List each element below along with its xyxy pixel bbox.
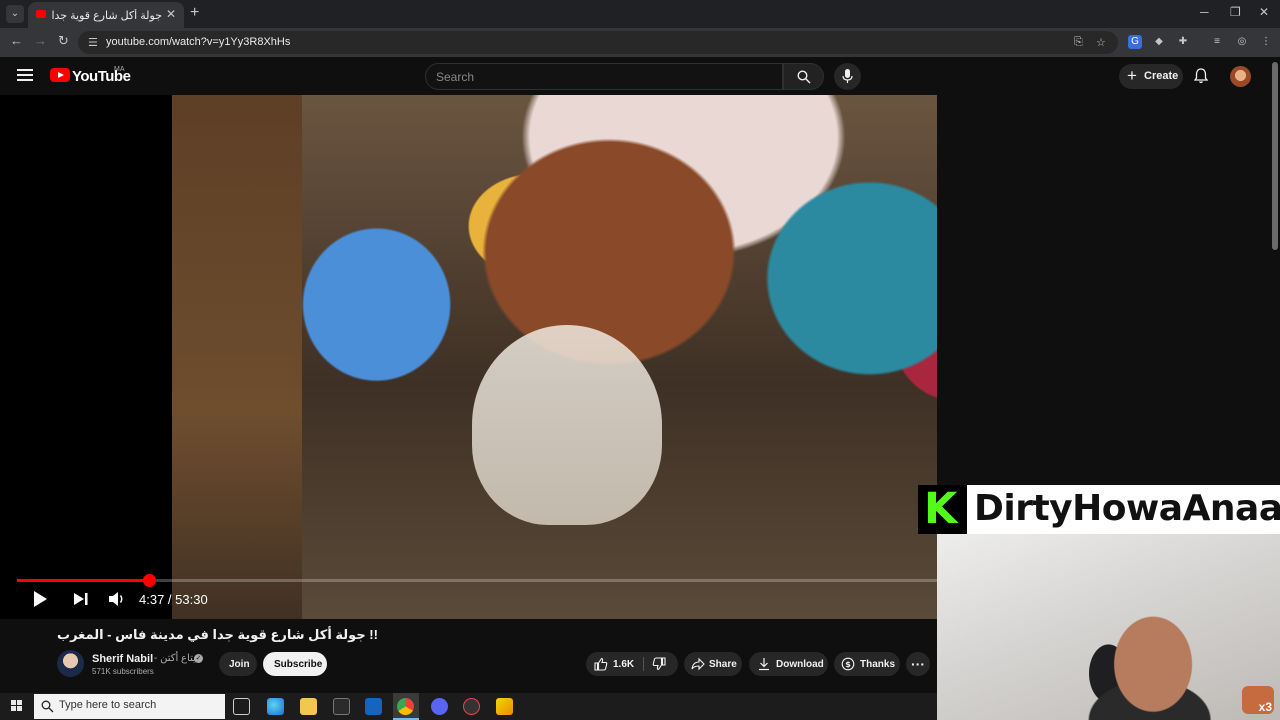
windows-taskbar [0,693,937,720]
microphone-icon [842,69,853,83]
share-button[interactable]: Share [684,652,742,676]
reload-button[interactable]: ↻ [58,33,69,49]
streamer-name: DirtyHowaAnaa [974,488,1280,529]
kick-logo-icon: K [918,485,967,534]
download-label: Download [776,659,824,670]
webcam-overlay: x3 [937,534,1280,720]
share-label: Share [709,659,737,670]
messenger-app-icon[interactable] [431,698,448,715]
profile-icon[interactable]: ◎ [1235,35,1249,49]
video-frame[interactable] [172,95,937,619]
microsoft-store-icon[interactable] [333,698,350,715]
file-explorer-icon[interactable] [300,698,317,715]
youtube-header: YouTube MA + Create [0,57,1280,95]
youtube-favicon-icon [36,10,46,18]
browser-tab-strip: ⌄ جولة أكل شارع قوية جدا في مدينة فاس - … [0,0,1280,28]
svg-text:$: $ [845,660,851,669]
download-icon [759,658,769,671]
subscriber-count: 571K subscribers [92,667,154,676]
more-dots-icon: ··· [911,656,925,672]
youtube-logo-icon[interactable] [50,68,70,82]
menu-hamburger-icon[interactable] [17,69,33,82]
browser-tab-active[interactable]: جولة أكل شارع قوية جدا في مدينة فاس - ال… [28,2,184,28]
like-count[interactable]: 1.6K [613,659,634,670]
dislike-thumb-icon[interactable] [652,657,666,671]
like-thumb-icon[interactable] [594,657,608,671]
search-icon [797,70,811,84]
new-tab-button[interactable]: + [190,4,199,22]
reading-list-icon[interactable]: ≡ [1210,35,1224,49]
time-display: 4:37 / 53:30 [139,592,208,607]
task-view-icon[interactable] [233,698,250,715]
stream-name-overlay: K DirtyHowaAnaa [918,485,1280,534]
translate-extension-icon[interactable]: G [1128,35,1142,49]
tab-close-icon[interactable]: ✕ [166,7,176,21]
subscribe-label: Subscribe [274,659,323,670]
edge-browser-icon[interactable] [267,698,284,715]
address-url[interactable]: youtube.com/watch?v=y1Yy3R8XhHs [106,36,290,48]
search-box[interactable] [425,63,783,90]
create-label: Create [1144,70,1179,82]
window-minimize-button[interactable]: ─ [1200,5,1209,19]
tab-title: جولة أكل شارع قوية جدا في مدينة فاس - ال… [50,10,162,22]
thanks-button[interactable]: $ Thanks [834,652,900,676]
play-icon[interactable] [32,589,48,609]
window-restore-button[interactable]: ❐ [1230,5,1241,19]
forward-button[interactable]: → [34,33,47,48]
taskbar-search-input[interactable] [59,699,219,711]
obs-studio-icon[interactable] [463,698,480,715]
download-button[interactable]: Download [749,652,828,676]
address-bar[interactable]: ☰ youtube.com/watch?v=y1Yy3R8XhHs ⎘ ☆ [78,31,1118,54]
plus-icon: + [1127,66,1137,85]
join-label: Join [229,659,250,670]
pinned-app-icon[interactable] [496,698,513,715]
window-close-button[interactable]: ✕ [1259,5,1269,19]
page-scrollbar[interactable] [1272,62,1278,250]
extension-diamond-icon[interactable]: ◆ [1152,35,1166,49]
join-button[interactable]: Join [219,652,257,676]
progress-scrubber-handle[interactable] [143,574,157,587]
channel-avatar[interactable] [57,650,84,677]
webcam-badge: x3 [1242,686,1274,714]
back-button[interactable]: ← [10,33,23,48]
volume-icon[interactable] [108,589,126,609]
create-button[interactable]: + Create [1119,64,1183,89]
more-actions-button[interactable]: ··· [906,652,930,676]
account-avatar[interactable] [1230,66,1251,87]
taskbar-search-icon [41,700,54,713]
progress-played [17,579,150,582]
verified-check-icon: ✓ [194,654,203,663]
like-dislike-group[interactable]: 1.6K [586,652,678,676]
like-divider [643,657,644,671]
share-arrow-icon [691,657,705,671]
video-title: !! جولة أكل شارع قوية جدا في مدينة فاس -… [57,627,378,642]
channel-alt-name[interactable]: - يتاع أكتن [154,653,196,664]
search-button[interactable] [783,63,824,90]
thanks-dollar-icon: $ [841,657,855,671]
voice-search-button[interactable] [834,63,861,90]
country-code: MA [114,66,125,73]
next-video-icon[interactable] [73,589,89,609]
bookmark-star-icon[interactable]: ☆ [1096,36,1106,49]
install-app-icon[interactable]: ⎘ [1074,36,1083,49]
progress-bar[interactable] [17,574,937,587]
kick-logo-letter: K [924,484,958,534]
browser-menu-icon[interactable]: ⋮ [1259,35,1273,49]
taskbar-search-box[interactable] [34,694,225,719]
subscribe-button[interactable]: Subscribe [263,652,327,676]
chrome-icon[interactable] [397,698,414,715]
site-info-icon[interactable]: ☰ [88,36,98,49]
extensions-puzzle-icon[interactable]: ✚ [1176,35,1190,49]
thanks-label: Thanks [860,659,896,670]
windows-start-icon[interactable] [11,700,23,712]
tab-search-chevron-icon[interactable]: ⌄ [6,5,24,23]
channel-name[interactable]: Sherif Nabil [92,653,153,665]
search-input[interactable] [436,69,766,85]
browser-toolbar: ← → ↻ ☰ youtube.com/watch?v=y1Yy3R8XhHs … [0,28,1280,57]
video-player[interactable]: 4:37 / 53:30 [0,95,937,619]
webcam-badge-text: x3 [1258,700,1272,714]
notifications-bell-icon[interactable] [1194,68,1208,84]
outlook-icon[interactable] [365,698,382,715]
